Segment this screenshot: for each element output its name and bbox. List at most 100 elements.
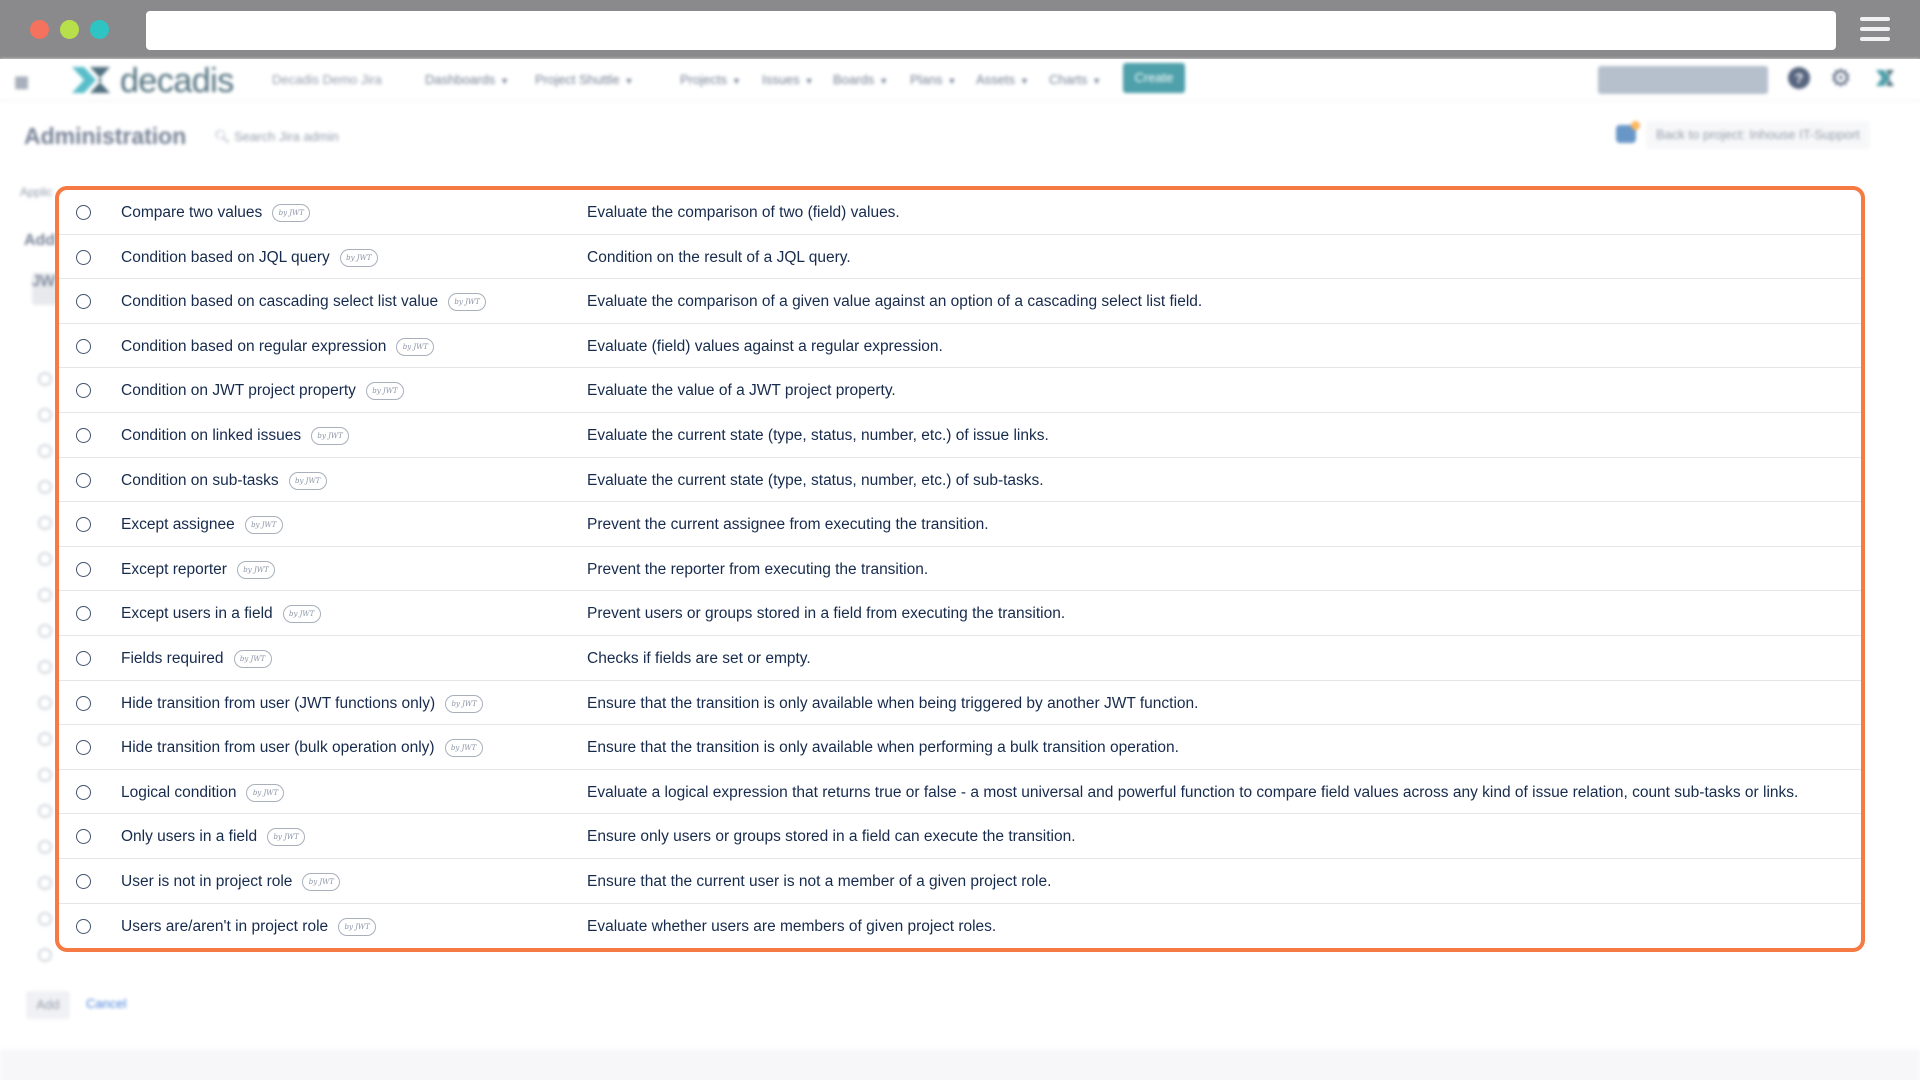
condition-name-text: Condition on linked issues <box>121 426 302 444</box>
app-switcher-icon[interactable]: ▦ <box>14 72 29 92</box>
condition-radio[interactable] <box>76 829 91 845</box>
condition-radio[interactable] <box>76 873 91 889</box>
condition-radio[interactable] <box>76 606 91 622</box>
condition-radio[interactable] <box>76 472 91 488</box>
condition-name: Fields required by JWT <box>121 649 272 668</box>
condition-row[interactable]: Users are/aren't in project role by JWT Ev… <box>59 904 1861 949</box>
footer <box>0 1049 1920 1080</box>
by-jwt-badge: by JWT <box>445 694 484 713</box>
condition-radio[interactable] <box>76 740 91 756</box>
condition-radio[interactable] <box>76 383 91 399</box>
condition-description: Prevent the reporter from executing the … <box>587 560 929 578</box>
condition-row[interactable]: Condition on sub-tasks by JWT Evaluate the… <box>59 458 1861 503</box>
condition-name-text: Condition based on regular expression <box>121 337 387 355</box>
close-window-dot[interactable] <box>30 20 49 39</box>
condition-row[interactable]: Condition on JWT project property by JWT E… <box>59 368 1861 413</box>
condition-row[interactable]: Except users in a field by JWT Prevent use… <box>59 591 1861 636</box>
by-jwt-badge: by JWT <box>448 293 487 312</box>
condition-row[interactable]: Condition based on regular expression by … <box>59 324 1861 369</box>
help-icon[interactable]: ? <box>1788 67 1810 89</box>
bg-radio <box>38 948 52 962</box>
by-jwt-badge: by JWT <box>233 649 272 668</box>
nav-search-input[interactable] <box>1598 66 1768 94</box>
add-button[interactable]: Add <box>26 991 70 1019</box>
condition-radio[interactable] <box>76 249 91 265</box>
condition-row[interactable]: Only users in a field by JWT Ensure only u… <box>59 814 1861 859</box>
condition-name-text: Except assignee <box>121 516 235 534</box>
condition-row[interactable]: Except assignee by JWT Prevent the current… <box>59 502 1861 547</box>
condition-name: Except reporter by JWT <box>121 560 275 579</box>
condition-row[interactable]: Fields required by JWT Checks if fields ar… <box>59 636 1861 681</box>
by-jwt-badge: by JWT <box>311 426 350 445</box>
condition-name-text: Condition on sub-tasks <box>121 471 279 489</box>
condition-row[interactable]: User is not in project role by JWT Ensure … <box>59 859 1861 904</box>
bg-radio <box>38 480 52 494</box>
condition-description: Prevent the current assignee from execut… <box>587 516 989 534</box>
condition-name: Condition on JWT project property by JWT <box>121 382 404 401</box>
minimize-window-dot[interactable] <box>60 20 79 39</box>
bg-radio <box>38 408 52 422</box>
condition-description: Ensure that the transition is only avail… <box>587 694 1199 712</box>
condition-row[interactable]: Condition on linked issues by JWT Evaluate… <box>59 413 1861 458</box>
nav-dashboards[interactable]: Dashboards ▼ <box>425 72 509 87</box>
condition-radio[interactable] <box>76 784 91 800</box>
bg-radio <box>38 804 52 818</box>
profile-icon[interactable] <box>1874 67 1896 89</box>
condition-name: Condition on sub-tasks by JWT <box>121 471 327 490</box>
nav-boards[interactable]: Boards ▼ <box>833 72 888 87</box>
condition-radio[interactable] <box>76 561 91 577</box>
condition-name: Logical condition by JWT <box>121 783 285 802</box>
by-jwt-badge: by JWT <box>365 382 404 401</box>
condition-description: Ensure that the current user is not a me… <box>587 872 1052 890</box>
condition-description: Ensure that the transition is only avail… <box>587 739 1179 757</box>
nav-plans[interactable]: Plans ▼ <box>910 72 956 87</box>
condition-radio[interactable] <box>76 695 91 711</box>
condition-radio[interactable] <box>76 650 91 666</box>
condition-radio[interactable] <box>76 205 91 220</box>
condition-row[interactable]: Condition based on cascading select list… <box>59 279 1861 324</box>
nav-issues[interactable]: Issues ▼ <box>762 72 814 87</box>
browser-menu-icon[interactable] <box>1860 17 1890 41</box>
top-navigation: ▦ decadis Decadis Demo Jira Dashboards ▼ … <box>0 59 1920 101</box>
nav-projects[interactable]: Projects ▼ <box>680 72 741 87</box>
admin-tabs[interactable]: Applic <box>20 185 53 199</box>
condition-name-text: Except users in a field <box>121 605 273 623</box>
condition-list-highlight: Compare two values by JWT Evaluate the com… <box>55 186 1865 952</box>
decadis-logo-icon[interactable] <box>70 65 112 95</box>
maximize-window-dot[interactable] <box>90 20 109 39</box>
by-jwt-badge: by JWT <box>396 337 435 356</box>
condition-row[interactable]: Logical condition by JWT Evaluate a logica… <box>59 770 1861 815</box>
address-bar[interactable] <box>146 11 1836 50</box>
condition-name: Only users in a field by JWT <box>121 828 306 847</box>
create-button[interactable]: Create <box>1123 63 1185 93</box>
back-to-project-link[interactable]: Back to project: Inhouse IT-Support <box>1646 121 1870 149</box>
condition-name: Hide transition from user (JWT functions… <box>121 694 484 713</box>
bg-radio <box>38 732 52 746</box>
by-jwt-badge: by JWT <box>246 783 285 802</box>
condition-radio[interactable] <box>76 427 91 443</box>
nav-charts[interactable]: Charts ▼ <box>1049 72 1101 87</box>
condition-row[interactable]: Condition based on JQL query by JWT Condit… <box>59 235 1861 280</box>
admin-search-link[interactable]: 🔍︎ Search Jira admin <box>214 129 339 145</box>
nav-project-shuttle[interactable]: Project Shuttle ▼ <box>535 72 633 87</box>
condition-radio[interactable] <box>76 517 91 533</box>
condition-description: Prevent users or groups stored in a fiel… <box>587 605 1066 623</box>
condition-description: Evaluate the comparison of a given value… <box>587 293 1203 311</box>
bg-radio <box>38 588 52 602</box>
condition-row[interactable]: Except reporter by JWT Prevent the reporte… <box>59 547 1861 592</box>
condition-radio[interactable] <box>76 918 91 934</box>
condition-row[interactable]: Hide transition from user (bulk operatio… <box>59 725 1861 770</box>
cancel-link[interactable]: Cancel <box>86 996 126 1011</box>
project-notification-icon[interactable] <box>1616 121 1640 143</box>
condition-radio[interactable] <box>76 294 91 310</box>
settings-gear-icon[interactable]: ⚙ <box>1830 64 1852 93</box>
condition-name-text: User is not in project role <box>121 872 293 890</box>
nav-assets[interactable]: Assets ▼ <box>976 72 1029 87</box>
condition-row[interactable]: Compare two values by JWT Evaluate the com… <box>59 190 1861 235</box>
bg-radio <box>38 840 52 854</box>
by-jwt-badge: by JWT <box>302 872 341 891</box>
condition-name-text: Except reporter <box>121 560 227 578</box>
condition-description: Checks if fields are set or empty. <box>587 649 811 667</box>
condition-radio[interactable] <box>76 338 91 354</box>
condition-row[interactable]: Hide transition from user (JWT functions… <box>59 681 1861 726</box>
